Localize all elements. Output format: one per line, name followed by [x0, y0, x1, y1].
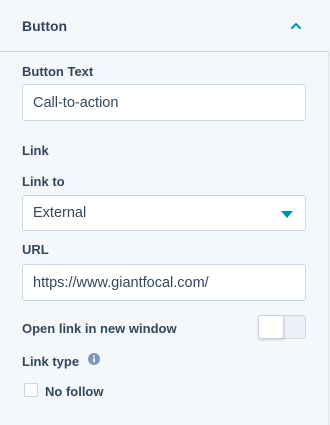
new-window-label: Open link in new window: [22, 321, 177, 336]
button-settings-panel: Button Button Text Link Link to External…: [0, 0, 329, 425]
chevron-up-icon[interactable]: [289, 19, 303, 33]
link-to-label: Link to: [22, 174, 65, 189]
section-header[interactable]: Button: [0, 0, 329, 52]
url-label: URL: [22, 242, 49, 257]
section-title: Button: [22, 18, 68, 34]
caret-down-icon: [281, 211, 293, 218]
info-icon[interactable]: [88, 353, 100, 365]
link-type-label: Link type: [22, 354, 80, 369]
link-to-selected-value: External: [33, 205, 87, 221]
no-follow-label[interactable]: No follow: [45, 384, 104, 399]
url-input[interactable]: [22, 264, 306, 301]
button-text-input[interactable]: [22, 84, 306, 121]
new-window-toggle[interactable]: [258, 315, 306, 339]
button-text-label: Button Text: [22, 64, 94, 79]
link-section-title: Link: [22, 143, 49, 158]
no-follow-checkbox[interactable]: [24, 383, 38, 397]
toggle-knob: [258, 315, 284, 339]
link-to-select[interactable]: External: [22, 195, 306, 231]
